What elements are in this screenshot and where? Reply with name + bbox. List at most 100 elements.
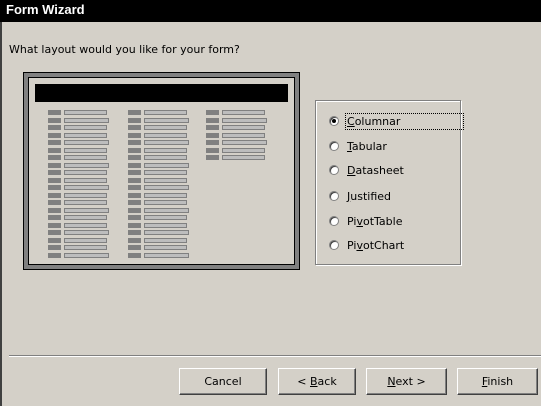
preview-field-label (128, 140, 141, 145)
preview-field-label (48, 155, 61, 160)
preview-field-box (64, 155, 107, 160)
preview-field-box (144, 185, 189, 190)
preview-field-label (206, 117, 219, 123)
preview-field-box (144, 110, 187, 115)
radio-button-icon[interactable] (329, 116, 339, 126)
preview-field-box (222, 125, 265, 130)
preview-field-label (128, 192, 141, 198)
preview-field-label (48, 252, 61, 258)
radio-button-icon[interactable] (329, 141, 339, 151)
preview-field-box (144, 192, 187, 198)
preview-field-label (128, 222, 141, 228)
preview-field-box (64, 110, 107, 115)
preview-field-box (222, 155, 265, 160)
preview-field-label (128, 237, 141, 243)
preview-field-label (48, 177, 61, 183)
preview-field-box (64, 215, 107, 220)
preview-field-label (48, 140, 61, 145)
preview-field-box (144, 132, 187, 138)
preview-field-box (64, 230, 109, 235)
preview-field-box (144, 222, 187, 228)
preview-field-label (128, 117, 141, 123)
preview-field-label (128, 230, 141, 235)
preview-field-box (64, 245, 107, 250)
window-title: Form Wizard (0, 0, 541, 22)
preview-field-box (144, 155, 187, 160)
layout-preview-canvas (28, 77, 295, 265)
radio-label-pivottable: PivotTable (347, 214, 403, 228)
radio-label-justified: Justified (347, 189, 392, 203)
preview-field-box (144, 215, 187, 220)
preview-field-box (64, 252, 109, 258)
radio-pivotchart[interactable]: PivotChart (329, 237, 404, 253)
preview-header-bar (35, 84, 288, 102)
preview-field-box (64, 177, 107, 183)
radio-justified[interactable]: Justified (329, 188, 391, 204)
radio-button-icon[interactable] (329, 240, 339, 250)
preview-field-box (144, 125, 187, 130)
preview-field-box (64, 140, 109, 145)
preview-field-label (128, 177, 141, 183)
preview-field-label (128, 155, 141, 160)
preview-field-box (64, 207, 109, 213)
cancel-button[interactable]: Cancel (179, 368, 267, 395)
preview-field-box (144, 230, 189, 235)
radio-pivottable[interactable]: PivotTable (329, 213, 402, 229)
radio-columnar[interactable]: Columnar (329, 112, 465, 130)
preview-field-box (144, 162, 189, 168)
finish-button[interactable]: Finish (457, 368, 538, 395)
preview-field-label (128, 125, 141, 130)
preview-field-box (64, 192, 107, 198)
preview-field-box (64, 117, 109, 123)
preview-field-label (48, 162, 61, 168)
preview-field-box (64, 222, 107, 228)
preview-field-label (128, 147, 141, 153)
preview-field-label (48, 170, 61, 175)
radio-datasheet[interactable]: Datasheet (329, 162, 404, 178)
preview-field-box (64, 200, 107, 205)
button-separator (9, 355, 541, 357)
preview-field-box (144, 140, 189, 145)
radio-button-icon[interactable] (329, 191, 339, 201)
preview-field-label (48, 207, 61, 213)
preview-field-label (48, 245, 61, 250)
preview-field-box (144, 117, 189, 123)
preview-field-box (144, 207, 189, 213)
preview-field-box (222, 110, 265, 115)
layout-question: What layout would you like for your form… (9, 43, 240, 56)
radio-label-columnar: Columnar (344, 112, 465, 130)
next-button[interactable]: Next > (366, 368, 447, 395)
preview-field-label (206, 132, 219, 138)
preview-field-label (128, 200, 141, 205)
preview-field-label (128, 110, 141, 115)
preview-field-label (128, 185, 141, 190)
preview-field-label (48, 230, 61, 235)
preview-field-label (128, 132, 141, 138)
radio-button-icon[interactable] (329, 216, 339, 226)
preview-field-label (48, 117, 61, 123)
back-button[interactable]: < Back (278, 368, 356, 395)
preview-field-box (64, 162, 109, 168)
preview-field-label (48, 147, 61, 153)
preview-field-box (144, 147, 187, 153)
radio-tabular[interactable]: Tabular (329, 138, 387, 154)
preview-field-label (128, 162, 141, 168)
preview-field-label (48, 222, 61, 228)
preview-field-box (144, 245, 187, 250)
preview-field-label (128, 170, 141, 175)
preview-field-label (206, 110, 219, 115)
preview-field-box (222, 147, 265, 153)
preview-field-label (128, 215, 141, 220)
preview-field-label (48, 110, 61, 115)
preview-field-label (48, 125, 61, 130)
preview-field-box (144, 237, 187, 243)
preview-field-label (206, 125, 219, 130)
preview-field-label (48, 132, 61, 138)
preview-field-label (48, 200, 61, 205)
layout-options-group: Columnar Tabular Datasheet Justified Piv… (315, 100, 465, 265)
preview-field-label (128, 245, 141, 250)
preview-field-label (48, 185, 61, 190)
preview-field-box (64, 132, 107, 138)
preview-field-box (64, 170, 107, 175)
radio-button-icon[interactable] (329, 165, 339, 175)
